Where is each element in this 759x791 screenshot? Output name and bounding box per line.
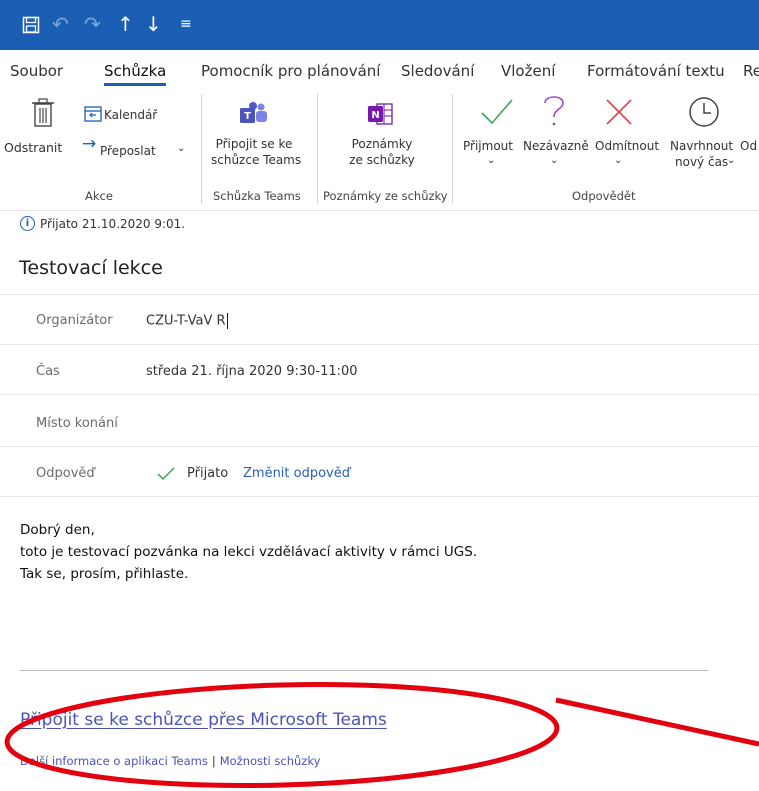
propose-time-line2[interactable]: nový čas [675,154,728,170]
cut-off-button[interactable]: Od [740,138,757,154]
tab-soubor[interactable]: Soubor [10,60,63,82]
divider [0,294,759,295]
organizer-label: Organizátor [36,313,113,328]
tab-formatovani[interactable]: Formátování textu [587,60,725,82]
tentative-question-icon[interactable] [542,94,566,128]
time-label: Čas [36,364,60,379]
body-line: Tak se, prosím, přihlaste. [20,566,189,582]
onenote-icon[interactable]: N [368,102,394,126]
chevron-down-icon[interactable]: ⌄ [550,153,558,169]
accept-button[interactable]: Přijmout [463,138,513,154]
teams-divider [20,670,708,671]
tab-pomocnik[interactable]: Pomocník pro plánování [201,60,380,82]
response-value: Přijato [187,466,229,481]
link-separator: | [211,754,216,768]
annotation-ellipse [4,682,560,788]
divider [0,446,759,447]
trash-icon[interactable] [32,98,54,128]
tab-schuzka[interactable]: Schůzka [104,60,167,86]
svg-text:T: T [244,111,251,122]
decline-x-icon[interactable] [605,98,633,126]
check-icon [157,467,175,481]
info-text: Přijato 21.10.2020 9:01. [40,216,186,231]
ribbon-separator [201,94,202,204]
organizer-value: CZU-T-VaV R [146,313,228,329]
divider [0,394,759,395]
tab-sledovani[interactable]: Sledování [401,60,474,82]
meeting-options-link[interactable]: Možnosti schůzky [220,754,321,768]
text-cursor [226,313,228,329]
response-label: Odpověď [36,466,95,481]
annotation-arrow-line [555,697,759,747]
tab-vlozeni[interactable]: Vložení [501,60,555,82]
propose-time-line1[interactable]: Navrhnout [670,138,733,154]
body-line: Dobrý den, [20,522,95,538]
forward-button[interactable]: Přeposlat [100,143,156,159]
redo-icon[interactable]: ↷ [84,10,101,38]
join-teams-meeting-link[interactable]: Připojit se ke schůzce přes Microsoft Te… [20,710,387,730]
chevron-down-icon[interactable]: ⌄ [487,153,495,169]
organizer-name: CZU-T-VaV R [146,313,226,329]
calendar-button[interactable]: Kalendář [104,107,157,123]
group-label-notes: Poznámky ze schůzky [323,189,448,203]
meeting-subject: Testovací lekce [19,257,163,279]
ribbon-separator [317,94,318,204]
learn-more-link[interactable]: Další informace o aplikaci Teams [20,754,208,768]
title-bar: ↶ ↷ ↑ ↓ ≡ [0,0,759,50]
delete-button[interactable]: Odstranit [4,140,62,156]
join-teams-line2[interactable]: schůzce Teams [211,152,301,168]
group-label-akce: Akce [85,189,113,203]
clock-icon[interactable] [688,96,720,128]
chevron-down-icon[interactable]: ⌄ [727,153,735,169]
group-label-teams: Schůzka Teams [213,189,301,203]
undo-icon[interactable]: ↶ [52,10,69,38]
save-icon[interactable] [22,16,40,34]
accept-check-icon[interactable] [480,96,514,128]
calendar-icon [84,106,102,122]
arrow-down-icon[interactable]: ↓ [145,10,162,38]
info-icon: i [20,216,35,231]
meeting-notes-line1[interactable]: Poznámky [339,136,425,152]
divider [0,344,759,345]
customize-toolbar-icon[interactable]: ≡ [180,10,192,38]
ribbon-separator [452,94,453,204]
ribbon-tabs: Soubor Schůzka Pomocník pro plánování Sl… [0,50,759,92]
ribbon: Odstranit Kalendář → Přeposlat ⌄ Akce T … [0,92,759,211]
join-teams-line1[interactable]: Připojit se ke [211,136,297,152]
forward-arrow-icon: → [82,134,97,154]
chevron-down-icon[interactable]: ⌄ [614,153,622,169]
decline-button[interactable]: Odmítnout [595,138,659,154]
tentative-button[interactable]: Nezávazně [523,138,589,154]
teams-sub-links: Další informace o aplikaci Teams | Možnost… [20,754,320,768]
group-label-respond: Odpovědět [572,189,636,203]
response-info-bar: i Přijato 21.10.2020 9:01. [20,216,185,231]
body-line: toto je testovací pozvánka na lekci vzdě… [20,544,478,560]
change-response-link[interactable]: Změnit odpověď [243,466,350,481]
tab-revize[interactable]: Re [743,60,759,82]
chevron-down-icon[interactable]: ⌄ [177,141,185,157]
svg-text:N: N [371,110,379,121]
teams-icon[interactable]: T [240,102,268,126]
meeting-notes-line2[interactable]: ze schůzky [339,152,425,168]
location-label: Místo konání [36,416,118,431]
arrow-up-icon[interactable]: ↑ [117,10,134,38]
time-value: středa 21. října 2020 9:30-11:00 [146,364,358,379]
divider [0,496,759,497]
message-body: Dobrý den, toto je testovací pozvánka na… [20,519,477,585]
